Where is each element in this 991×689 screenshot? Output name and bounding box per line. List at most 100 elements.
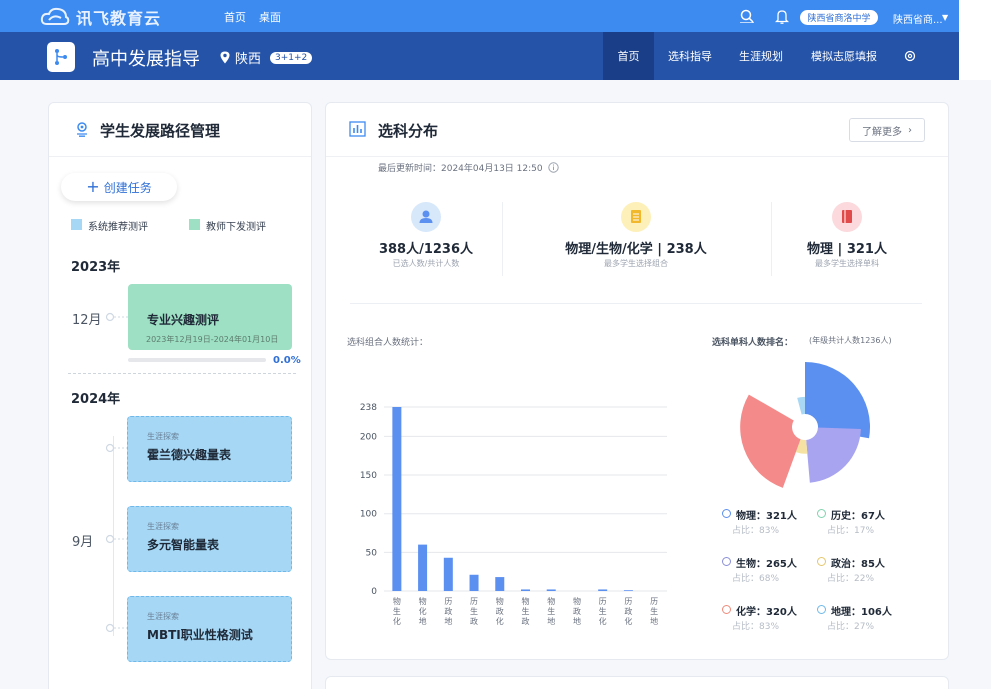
bar-chart-label: 选科组合人数统计： [347,338,429,348]
stat-icon-bg-1 [411,202,441,232]
last-updated-text: 最后更新时间：2024年04月13日 12:50 [378,164,543,174]
pie-chart-note: (年级共计人数1236人) [809,336,892,345]
nav-item-mock-application[interactable]: 模拟志愿填报 [805,32,883,80]
main-nav: 高中发展指导 陕西 3+1+2 首页 选科指导 生涯规划 模拟志愿填报 [0,32,959,80]
legend-subject-percent: 占比：17% [827,526,875,536]
location-selector[interactable]: 陕西 3+1+2 [220,48,313,67]
brand-logo[interactable]: 讯飞教育云 [40,5,161,29]
bar[interactable] [521,589,530,591]
legend-subject-count: 物理：321人 [736,511,797,522]
bar[interactable] [392,407,402,591]
stat-top-subject: 物理 | 321人 [807,242,887,257]
branch-icon [55,49,67,65]
task-dates: 2023年12月19日-2024年01月10日 [146,335,279,344]
x-tick-label: 历政化 [624,597,632,626]
app-title: 高中发展指导 [92,49,200,70]
nav-item-home[interactable]: 首页 [603,32,654,80]
card-header: 学生发展路径管理 [49,103,311,157]
legend-swatch-teacher [189,219,200,230]
school-selector[interactable]: 陕西省商洛中学 [800,10,878,25]
task-card-mbti[interactable]: 生涯探索 MBTI职业性格测试 [127,596,292,662]
document-icon [842,210,852,223]
legend-subject-count: 历史：67人 [831,511,885,522]
task-progress-text: 0.0% [273,355,301,366]
bar[interactable] [598,589,608,591]
x-tick-label: 物化地 [419,596,427,626]
search-icon[interactable] [740,9,754,23]
location-pin-icon [220,51,230,64]
bar[interactable] [443,557,453,591]
x-tick-label: 物政化 [496,596,504,626]
rose-slice[interactable] [797,396,805,415]
bar[interactable] [495,577,505,591]
card-title: 学生发展路径管理 [100,122,221,140]
subject-rose-chart [740,362,870,488]
x-tick-label: 历政地 [444,597,452,626]
legend-subject-count: 生物：265人 [736,559,797,570]
month-label: 9月 [72,535,94,550]
x-tick-label: 历生地 [650,597,658,626]
caret-down-icon[interactable]: ▼ [942,13,948,22]
legend-system-recommended: 系统推荐测评 [88,222,148,233]
stat-icon-bg-3 [832,202,862,232]
legend-ring-icon [722,557,731,566]
x-tick-label: 历生政 [470,597,478,626]
legend-subject-percent: 占比：22% [827,574,875,584]
cloud-logo-icon [40,7,70,25]
task-card-multiple-intelligence[interactable]: 生涯探索 多元智能量表 [127,506,292,572]
y-tick-label: 100 [360,510,377,520]
top-bar: 讯飞教育云 首页 桌面 陕西省商洛中学 陕西省商... ▼ [0,0,959,32]
settings-icon[interactable] [904,50,916,62]
next-section-card [325,676,949,689]
combination-bar-chart: 0 50 100 150 200 238 物生化 物化地 历政地 历生政 物政化 物生政 物生地 物政地 历… [360,403,667,626]
task-card-holland[interactable]: 生涯探索 霍兰德兴趣量表 [127,416,292,482]
task-name: 专业兴趣测评 [147,313,220,327]
legend-teacher-assigned: 教师下发测评 [206,222,266,233]
bar[interactable] [623,590,633,591]
stat-top-combination: 物理/生物/化学 | 238人 [565,242,707,257]
legend-ring-icon [722,605,731,614]
legend-subject-percent: 占比：27% [827,622,875,632]
location-path-icon [77,122,87,137]
nav-item-subject-guidance[interactable]: 选科指导 [660,32,720,80]
task-tag: 生涯探索 [147,432,179,441]
task-tag: 生涯探索 [147,612,179,621]
top-link-desktop[interactable]: 桌面 [259,9,281,25]
year-label: 2024年 [71,392,121,407]
card-title: 选科分布 [378,122,439,140]
section-divider [350,303,922,304]
rose-center [793,415,817,439]
legend-ring-icon [817,605,826,614]
legend-swatch-system [71,219,82,230]
top-link-home[interactable]: 首页 [224,9,246,25]
rose-slice[interactable] [806,427,861,483]
create-task-label: 创建任务 [103,180,152,195]
learn-more-button[interactable]: 了解更多 › [849,118,925,142]
bar[interactable] [418,544,428,591]
stat-selected-label: 已选人数/共计人数 [392,259,460,268]
user-name[interactable]: 陕西省商... [893,11,943,26]
x-tick-label: 历生化 [599,597,607,626]
bar[interactable] [469,574,479,591]
legend-subject-percent: 占比：83% [732,622,780,632]
task-progress-bar [128,358,266,362]
bell-icon[interactable] [775,9,789,24]
create-task-button[interactable]: + 创建任务 [61,173,177,201]
task-card-major-interest[interactable]: 专业兴趣测评 2023年12月19日-2024年01月10日 [128,284,292,350]
nav-item-career-planning[interactable]: 生涯规划 [731,32,791,80]
month-label: 12月 [72,313,102,328]
stat-divider [502,202,503,276]
last-updated: 最后更新时间：2024年04月13日 12:50 [378,161,559,174]
x-tick-label: 物生化 [393,596,401,626]
task-name: 多元智能量表 [147,538,220,552]
stat-selected-count: 388人/1236人 [378,242,474,257]
plus-icon: + [86,177,100,196]
y-tick-label: 150 [360,471,377,481]
bar[interactable] [546,589,556,591]
x-tick-label: 物生地 [547,596,555,626]
stat-icon-bg-2 [621,202,651,232]
rose-slice[interactable] [740,394,801,488]
info-icon[interactable] [547,162,559,173]
stat-top-combination-label: 最多学生选择组合 [604,259,668,268]
legend-ring-icon [722,509,731,518]
